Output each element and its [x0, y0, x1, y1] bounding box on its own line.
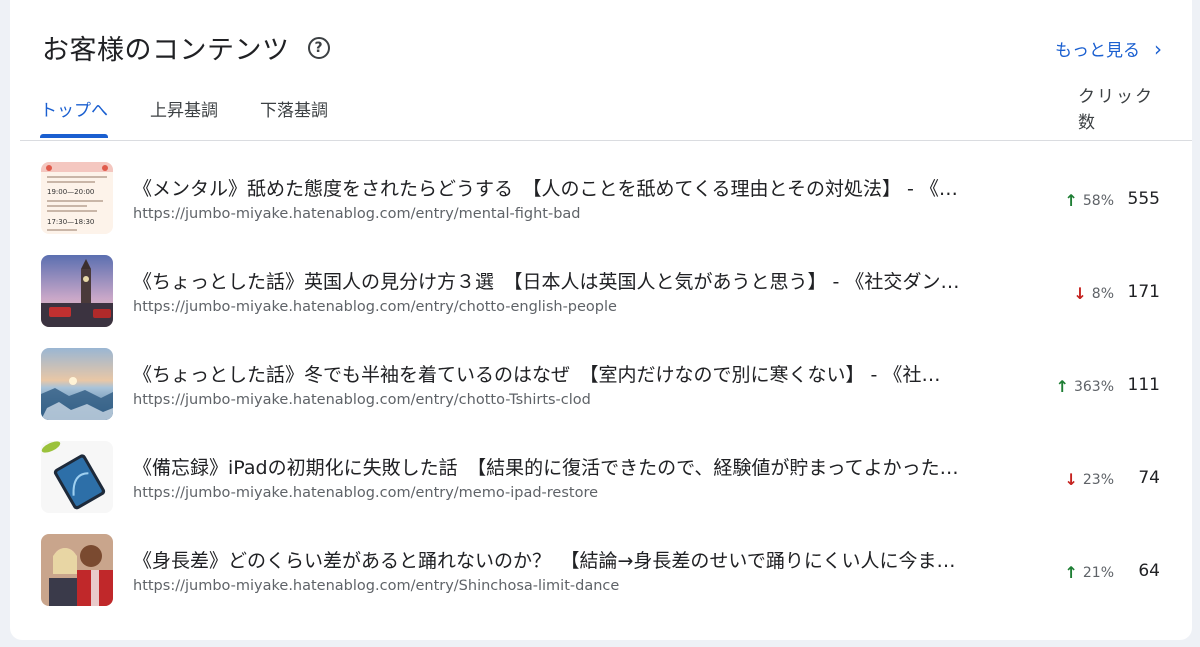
- chevron-right-icon: ›: [1154, 36, 1162, 61]
- trend-indicator: ↑ 363%: [1056, 377, 1114, 396]
- card-title: お客様のコンテンツ: [42, 35, 290, 66]
- thumb-time-1: 19:00—20:00: [47, 188, 94, 196]
- thumbnail-image: [41, 348, 113, 420]
- trend-percent: 363%: [1073, 378, 1114, 395]
- trend-indicator: ↓ 23%: [1064, 470, 1114, 489]
- tab-rising[interactable]: 上昇基調: [150, 96, 218, 121]
- click-count: 171: [1127, 282, 1160, 302]
- click-count: 74: [1138, 468, 1160, 488]
- thumbnail-image: [41, 441, 113, 513]
- content-title[interactable]: 《備忘録》iPadの初期化に失敗した話 【結果的に復活できたので、経験値が貯まっ…: [133, 453, 1043, 480]
- tab-top[interactable]: トップへ: [40, 96, 108, 138]
- content-url: https://jumbo-miyake.hatenablog.com/entr…: [133, 206, 581, 222]
- content-title[interactable]: 《身長差》どのくらい差があると踊れないのか？ 【結論→身長差のせいで踊りにくい人…: [133, 546, 1043, 573]
- arrow-up-icon: ↑: [1064, 563, 1078, 582]
- thumbnail-image: [41, 534, 113, 606]
- click-count: 111: [1127, 375, 1160, 395]
- click-count: 64: [1138, 561, 1160, 581]
- trend-percent: 21%: [1082, 564, 1114, 581]
- tab-falling[interactable]: 下落基調: [260, 96, 328, 121]
- arrow-down-icon: ↓: [1073, 284, 1087, 303]
- content-title[interactable]: 《ちょっとした話》冬でも半袖を着ているのはなぜ 【室内だけなので別に寒くない】 …: [133, 360, 1043, 387]
- content-title[interactable]: 《メンタル》舐めた態度をされたらどうする 【人のことを舐めてくる理由とその対処法…: [133, 174, 1043, 201]
- content-url: https://jumbo-miyake.hatenablog.com/entr…: [133, 578, 620, 594]
- trend-indicator: ↑ 21%: [1064, 563, 1114, 582]
- arrow-down-icon: ↓: [1064, 470, 1078, 489]
- card-header: お客様のコンテンツ ?: [42, 28, 330, 67]
- thumbnail-image: 19:00—20:00 17:30—18:30: [41, 162, 113, 234]
- tab-bar: トップへ 上昇基調 下落基調: [40, 96, 370, 138]
- help-circle-icon[interactable]: ?: [307, 36, 330, 59]
- content-list: 19:00—20:00 17:30—18:30 《メンタル》舐めた態度をされたら…: [10, 142, 1192, 607]
- thumbnail-image: [41, 255, 113, 327]
- see-more-label: もっと見る: [1055, 41, 1140, 61]
- see-more-link[interactable]: もっと見る ›: [1055, 36, 1162, 62]
- list-item[interactable]: 《身長差》どのくらい差があると踊れないのか？ 【結論→身長差のせいで踊りにくい人…: [10, 514, 1192, 607]
- content-title[interactable]: 《ちょっとした話》英国人の見分け方３選 【日本人は英国人と気があうと思う】 - …: [133, 267, 1043, 294]
- content-card: お客様のコンテンツ ? もっと見る › トップへ 上昇基調 下落基調 クリック数…: [10, 0, 1192, 640]
- trend-percent: 23%: [1082, 471, 1114, 488]
- arrow-up-icon: ↑: [1064, 191, 1078, 210]
- content-url: https://jumbo-miyake.hatenablog.com/entr…: [133, 485, 599, 501]
- clicks-column-header[interactable]: クリック数: [1078, 84, 1158, 136]
- arrow-up-icon: ↑: [1055, 377, 1069, 396]
- trend-percent: 58%: [1082, 192, 1114, 209]
- content-url: https://jumbo-miyake.hatenablog.com/entr…: [133, 299, 617, 315]
- content-url: https://jumbo-miyake.hatenablog.com/entr…: [133, 392, 591, 408]
- list-item[interactable]: 《備忘録》iPadの初期化に失敗した話 【結果的に復活できたので、経験値が貯まっ…: [10, 421, 1192, 514]
- click-count: 555: [1127, 189, 1160, 209]
- list-item[interactable]: 《ちょっとした話》英国人の見分け方３選 【日本人は英国人と気があうと思う】 - …: [10, 235, 1192, 328]
- thumb-time-2: 17:30—18:30: [47, 218, 94, 226]
- header-divider: [20, 140, 1192, 141]
- list-item[interactable]: 《ちょっとした話》冬でも半袖を着ているのはなぜ 【室内だけなので別に寒くない】 …: [10, 328, 1192, 421]
- trend-percent: 8%: [1091, 285, 1114, 302]
- trend-indicator: ↑ 58%: [1064, 191, 1114, 210]
- list-item[interactable]: 19:00—20:00 17:30—18:30 《メンタル》舐めた態度をされたら…: [10, 142, 1192, 235]
- trend-indicator: ↓ 8%: [1073, 284, 1114, 303]
